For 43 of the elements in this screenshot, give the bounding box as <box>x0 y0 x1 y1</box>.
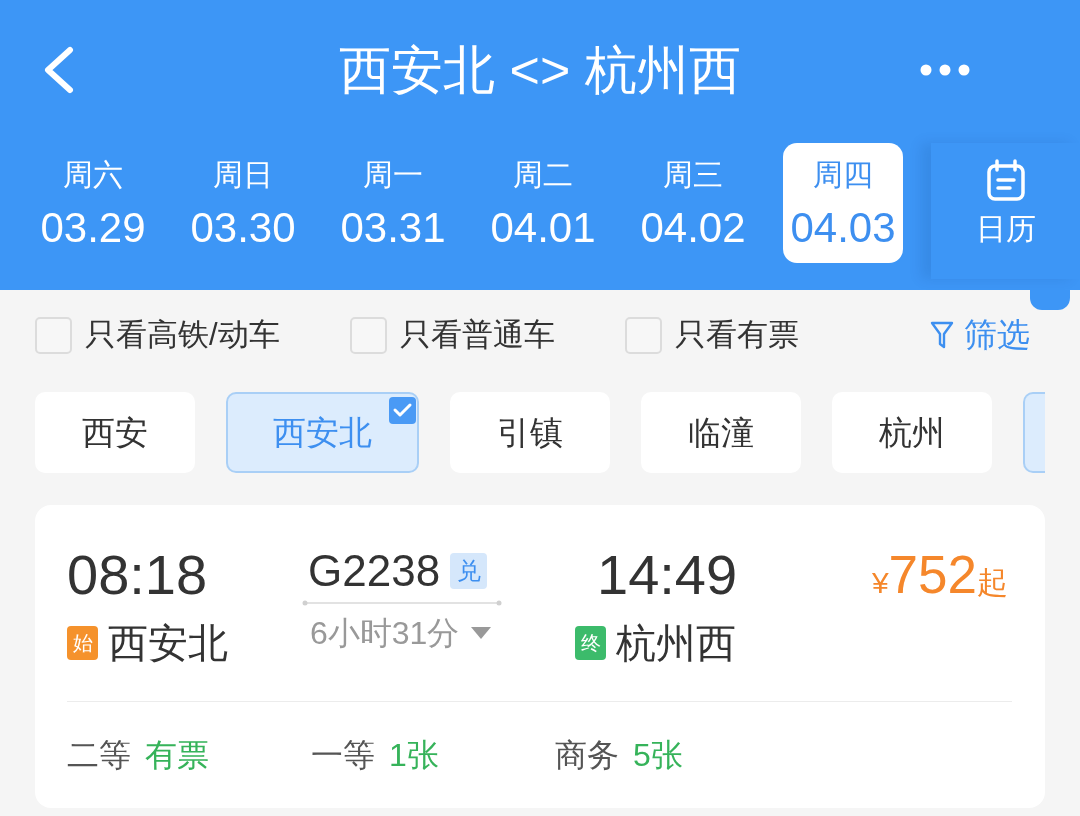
arrival-time: 14:49 <box>597 543 738 607</box>
trip-duration: 6小时31分 <box>310 614 460 653</box>
checkbox[interactable] <box>35 316 72 354</box>
filter-icon <box>930 320 954 350</box>
seat-class: 二等 <box>67 736 131 775</box>
seat-availability: 1张 <box>389 736 439 775</box>
date-tab[interactable]: 周一 03.31 <box>333 143 453 263</box>
date-tab[interactable]: 周六 03.29 <box>33 143 153 263</box>
more-options-button[interactable] <box>920 64 970 76</box>
caret-icon <box>471 627 492 639</box>
station-chip[interactable]: 杭州 <box>832 392 992 473</box>
exchange-tag: 兑 <box>450 553 488 589</box>
checkbox-label: 只看有票 <box>674 316 799 354</box>
seat-class: 商务 <box>555 736 619 775</box>
route-title: 西安北 <> 杭州西 <box>339 39 741 101</box>
station-chip[interactable]: 西安 <box>35 392 195 473</box>
route-line-icon <box>302 599 502 607</box>
train-card[interactable]: 08:18 始 西安北 G2238 兑 6小时31分 14:49 终 杭州西 ¥752起 二等 有票 一等 1张 商务 5张 <box>35 505 1045 808</box>
departure-station: 西安北 <box>108 620 228 667</box>
station-chip[interactable]: 西安北 <box>226 392 419 473</box>
arrival-station: 杭州西 <box>616 620 736 667</box>
departure-time: 08:18 <box>67 543 208 607</box>
seat-availability: 有票 <box>145 736 209 775</box>
checkbox-label: 只看普通车 <box>399 316 555 354</box>
station-chip[interactable] <box>1023 392 1045 473</box>
station-chip[interactable]: 引镇 <box>450 392 610 473</box>
checkbox[interactable] <box>349 316 387 354</box>
seat-class: 一等 <box>311 736 375 775</box>
checkbox-label: 只看高铁/动车 <box>85 316 280 354</box>
calendar-button[interactable]: 日历 <box>931 143 1080 279</box>
terminal-tag: 终 <box>575 626 606 660</box>
train-number: G2238 <box>308 545 441 597</box>
date-tab[interactable]: 周日 03.30 <box>183 143 303 263</box>
origin-tag: 始 <box>67 626 98 660</box>
seat-availability: 5张 <box>633 736 683 775</box>
date-tab[interactable]: 周三 04.02 <box>633 143 753 263</box>
date-tab[interactable]: 周四 04.03 <box>783 143 903 263</box>
station-chip[interactable]: 临潼 <box>641 392 801 473</box>
price-text: ¥752起 <box>871 544 1008 606</box>
date-tab[interactable]: 周二 04.01 <box>483 143 603 263</box>
checkbox[interactable] <box>624 316 662 354</box>
filter-link[interactable]: 筛选 <box>930 315 1030 355</box>
check-icon <box>389 397 416 424</box>
